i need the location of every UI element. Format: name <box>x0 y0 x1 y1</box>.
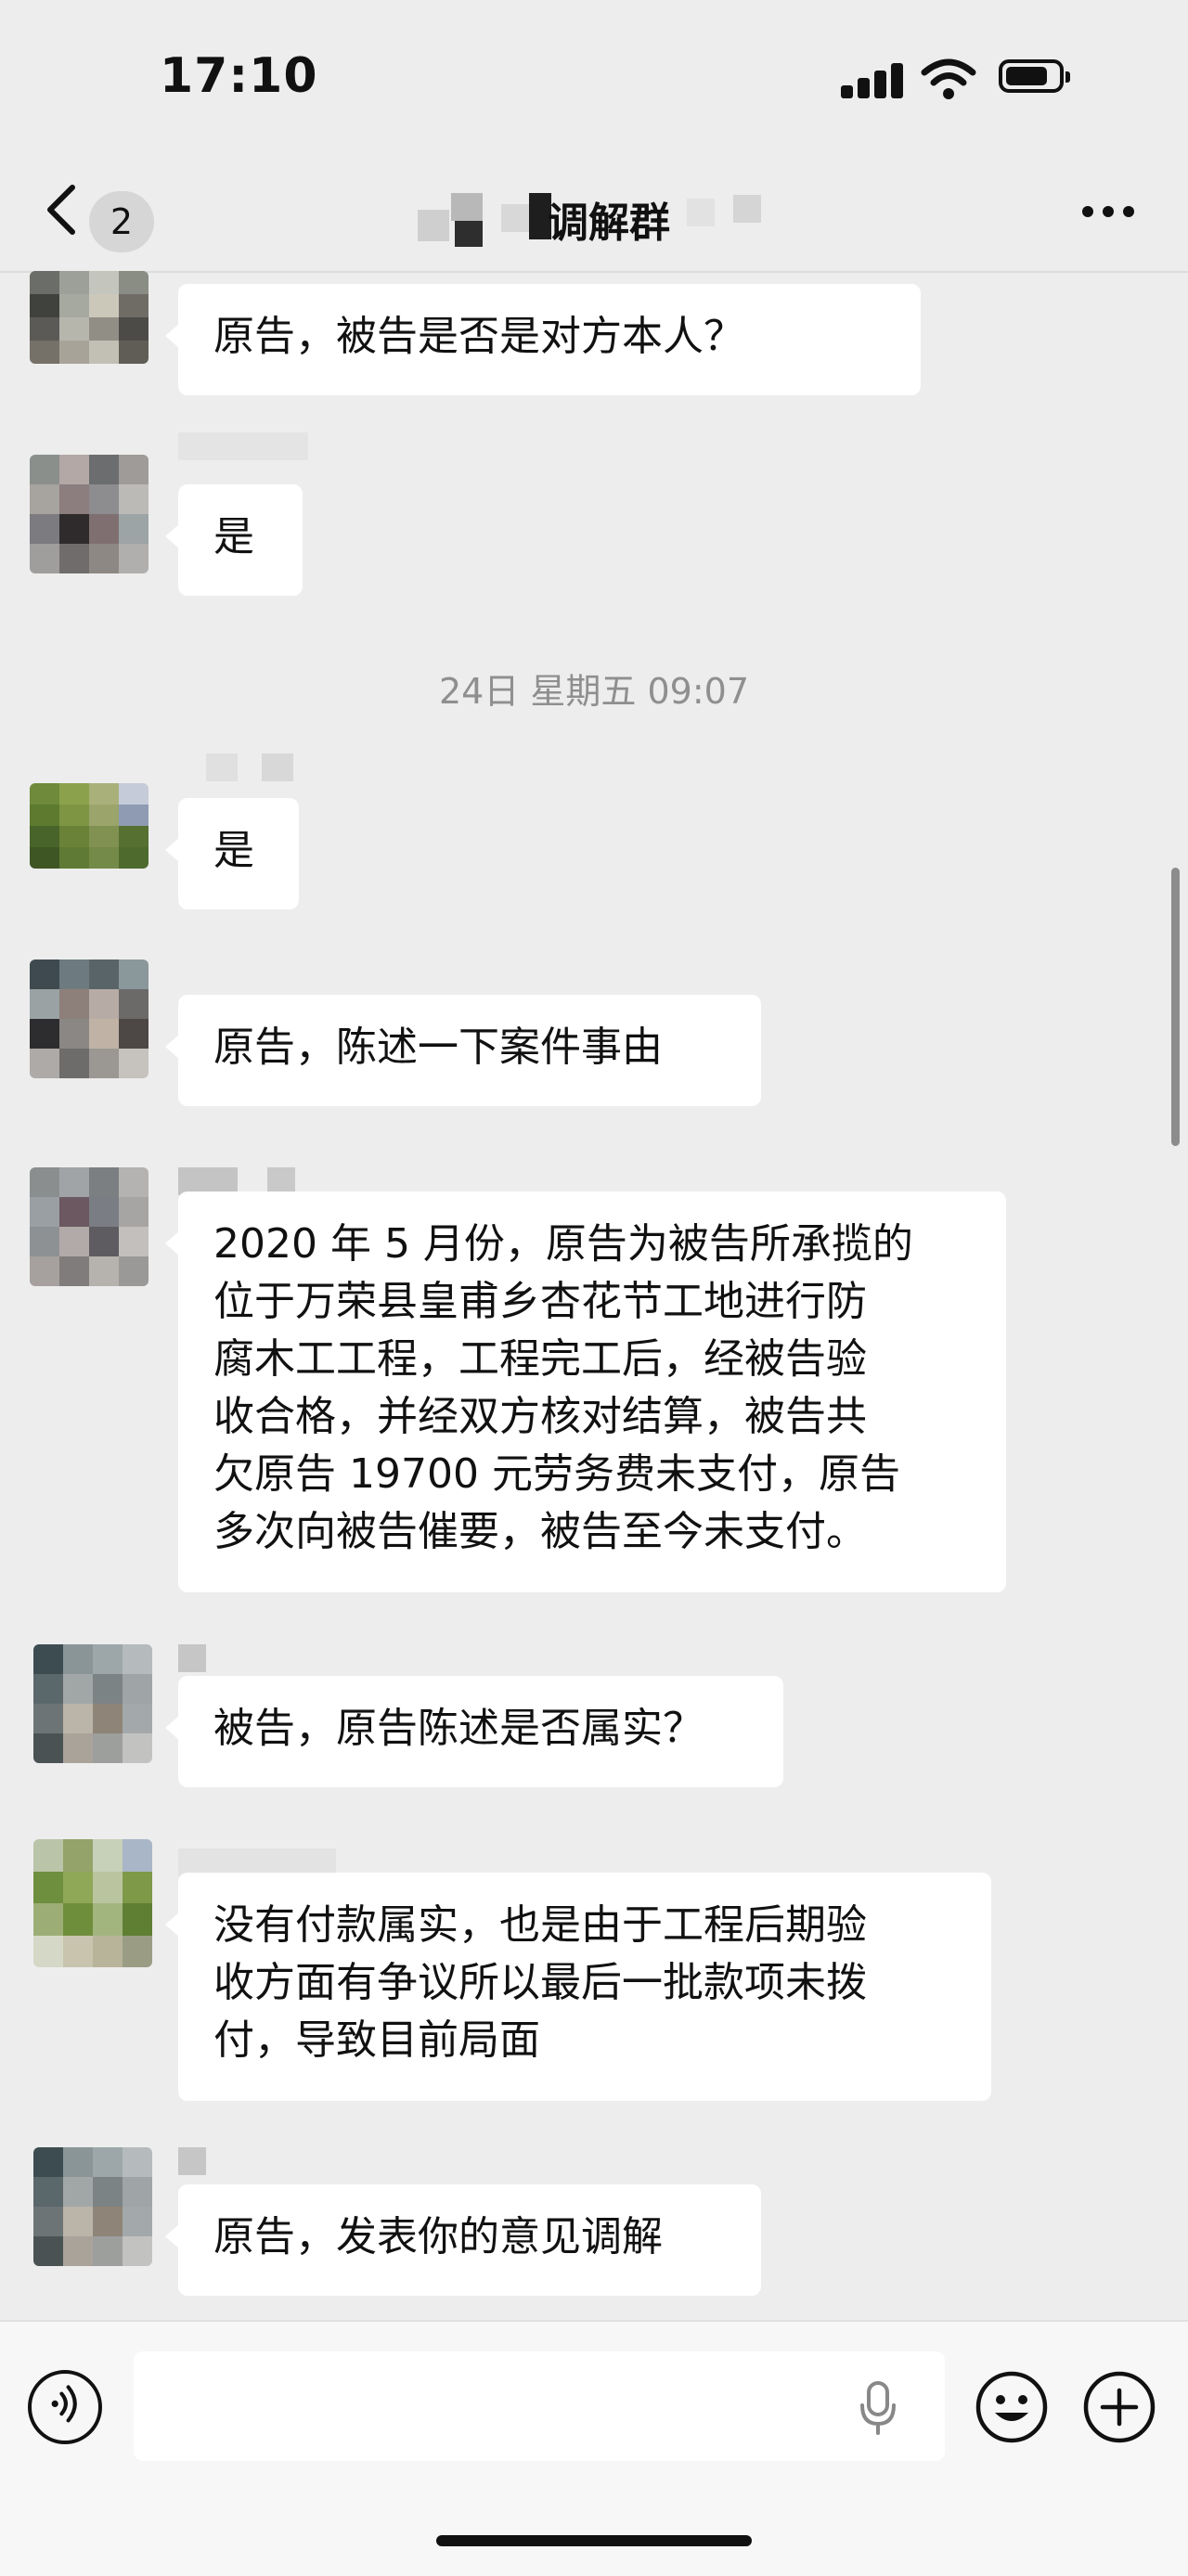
chat-title: 调解群 <box>548 200 670 247</box>
sender-name <box>178 750 308 787</box>
message-text: 原告，发表你的意见调解 <box>213 2213 663 2260</box>
message-bubble[interactable]: 原告，发表你的意见调解 <box>165 2184 761 2296</box>
emoji-icon[interactable] <box>975 2370 1049 2444</box>
message-line: 欠原告 19700 元劳务费未支付，原告 <box>213 1450 900 1498</box>
chat-input-bar <box>0 2320 1188 2576</box>
message-text: 被告，原告陈述是否属实？ <box>213 1705 704 1752</box>
message-text: 原告，被告是否是对方本人？ <box>213 313 744 360</box>
message-line: 多次向被告催要，被告至今未支付。 <box>213 1508 867 1555</box>
message-text: 原告，陈述一下案件事由 <box>213 1024 663 1071</box>
avatar[interactable] <box>30 455 148 573</box>
chat-header: 2 调解群 <box>0 158 1188 273</box>
message-bubble[interactable]: 被告，原告陈述是否属实？ <box>165 1676 783 1787</box>
microphone-icon[interactable] <box>858 2379 898 2437</box>
message-line: 没有付款属实，也是由于工程后期验 <box>213 1901 867 1949</box>
avatar[interactable] <box>33 1839 152 1967</box>
scrollbar-thumb[interactable] <box>1171 868 1180 1146</box>
message-bubble[interactable]: 没有付款属实，也是由于工程后期验 收方面有争议所以最后一批款项未拨 付，导致目前… <box>165 1873 991 2101</box>
sender-name <box>178 429 327 466</box>
message-line: 腐木工工程，工程完工后，经被告验 <box>213 1335 867 1383</box>
battery-icon <box>999 59 1070 93</box>
avatar[interactable] <box>33 2147 152 2266</box>
title-mosaic <box>418 191 551 247</box>
voice-wave-icon <box>51 2385 77 2423</box>
back-chevron-icon[interactable] <box>43 184 80 236</box>
message-line: 收方面有争议所以最后一批款项未拨 <box>213 1959 867 2006</box>
message-input[interactable] <box>134 2351 945 2461</box>
avatar[interactable] <box>30 1167 148 1286</box>
avatar[interactable] <box>30 783 148 869</box>
message-line: 2020 年 5 月份，原告为被告所承揽的 <box>213 1220 913 1268</box>
chat-title-area[interactable]: 调解群 <box>408 182 817 247</box>
message-line: 付，导致目前局面 <box>213 2016 540 2064</box>
status-time: 17:10 <box>160 48 318 104</box>
message-bubble[interactable]: 是 <box>165 484 303 596</box>
message-line: 位于万荣县皇甫乡杏花节工地进行防 <box>213 1278 867 1325</box>
avatar[interactable] <box>30 960 148 1078</box>
plus-icon[interactable] <box>1082 2370 1156 2444</box>
unread-count-badge[interactable]: 2 <box>89 191 154 252</box>
message-line: 收合格，并经双方核对结算，被告共 <box>213 1393 867 1440</box>
sender-name <box>178 1641 234 1678</box>
message-text: 是 <box>213 827 254 874</box>
message-bubble[interactable]: 原告，陈述一下案件事由 <box>165 995 761 1106</box>
avatar[interactable] <box>33 1644 152 1763</box>
voice-input-button[interactable] <box>28 2370 102 2444</box>
message-bubble[interactable]: 2020 年 5 月份，原告为被告所承揽的 位于万荣县皇甫乡杏花节工地进行防 腐… <box>165 1191 1006 1592</box>
timestamp-divider: 24日 星期五 09:07 <box>438 671 750 712</box>
more-options-icon[interactable] <box>1082 202 1138 221</box>
sender-name <box>178 2144 234 2181</box>
avatar[interactable] <box>30 271 148 364</box>
wifi-icon <box>921 58 976 99</box>
cellular-signal-icon <box>841 61 906 98</box>
title-mosaic-right <box>687 195 770 232</box>
status-bar: 17:10 <box>0 0 1188 158</box>
message-text: 是 <box>213 513 254 560</box>
message-bubble[interactable]: 是 <box>165 798 299 909</box>
home-indicator <box>436 2535 752 2546</box>
message-bubble[interactable]: 原告，被告是否是对方本人？ <box>165 284 921 395</box>
